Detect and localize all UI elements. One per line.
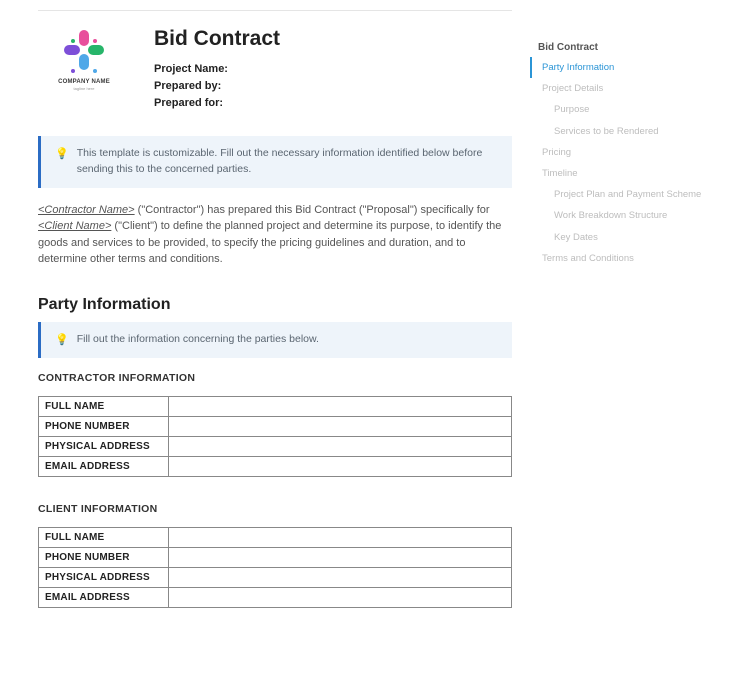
logo-icon [65,37,103,75]
table-row: EMAIL ADDRESS [39,588,512,608]
client-info-heading: CLIENT INFORMATION [38,503,512,515]
nav-item[interactable]: Purpose [530,99,743,120]
nav-item[interactable]: Key Dates [530,227,743,248]
nav-item[interactable]: Project Details [530,78,743,99]
bulb-icon: 💡 [55,146,69,178]
table-row: FULL NAME [39,397,512,417]
company-tagline: tagline here [74,86,95,91]
contractor-phone-input[interactable] [169,417,512,437]
client-email-input[interactable] [169,588,512,608]
bulb-icon: 💡 [55,332,69,349]
table-row: EMAIL ADDRESS [39,457,512,477]
table-row: PHYSICAL ADDRESS [39,437,512,457]
divider [38,10,512,11]
callout-text: Fill out the information concerning the … [77,332,319,349]
contractor-info-heading: CONTRACTOR INFORMATION [38,372,512,384]
table-row: FULL NAME [39,528,512,548]
nav-item[interactable]: Party Information [530,57,743,78]
nav-item[interactable]: Timeline [530,163,743,184]
client-full-name-input[interactable] [169,528,512,548]
table-row: PHONE NUMBER [39,548,512,568]
table-row: PHYSICAL ADDRESS [39,568,512,588]
company-name: COMPANY NAME [58,79,110,85]
nav-item[interactable]: Terms and Conditions [530,248,743,269]
callout-party-info: 💡 Fill out the information concerning th… [38,322,512,359]
client-info-table: FULL NAME PHONE NUMBER PHYSICAL ADDRESS … [38,527,512,608]
client-phone-input[interactable] [169,548,512,568]
table-row: PHONE NUMBER [39,417,512,437]
nav-item[interactable]: Services to be Rendered [530,121,743,142]
client-address-input[interactable] [169,568,512,588]
nav-item[interactable]: Pricing [530,142,743,163]
contractor-full-name-input[interactable] [169,397,512,417]
meta-prepared-for: Prepared for: [154,95,512,112]
document-main: COMPANY NAME tagline here Bid Contract P… [0,0,530,618]
outline-sidebar: Bid Contract Party InformationProject De… [530,0,743,618]
meta-project-name: Project Name: [154,61,512,78]
document-header: COMPANY NAME tagline here Bid Contract P… [38,25,512,112]
party-information-heading: Party Information [38,296,512,314]
nav-item[interactable]: Work Breakdown Structure [530,205,743,226]
client-placeholder[interactable]: <Client Name> [38,220,111,232]
nav-root[interactable]: Bid Contract [530,40,743,57]
contractor-placeholder[interactable]: <Contractor Name> [38,204,135,216]
meta-prepared-by: Prepared by: [154,78,512,95]
contractor-info-table: FULL NAME PHONE NUMBER PHYSICAL ADDRESS … [38,396,512,477]
company-logo: COMPANY NAME tagline here [38,25,130,91]
nav-item[interactable]: Project Plan and Payment Scheme [530,184,743,205]
page-title: Bid Contract [154,27,512,51]
contractor-address-input[interactable] [169,437,512,457]
intro-paragraph: <Contractor Name> ("Contractor") has pre… [38,202,512,268]
callout-customizable: 💡 This template is customizable. Fill ou… [38,136,512,188]
callout-text: This template is customizable. Fill out … [77,146,498,178]
contractor-email-input[interactable] [169,457,512,477]
